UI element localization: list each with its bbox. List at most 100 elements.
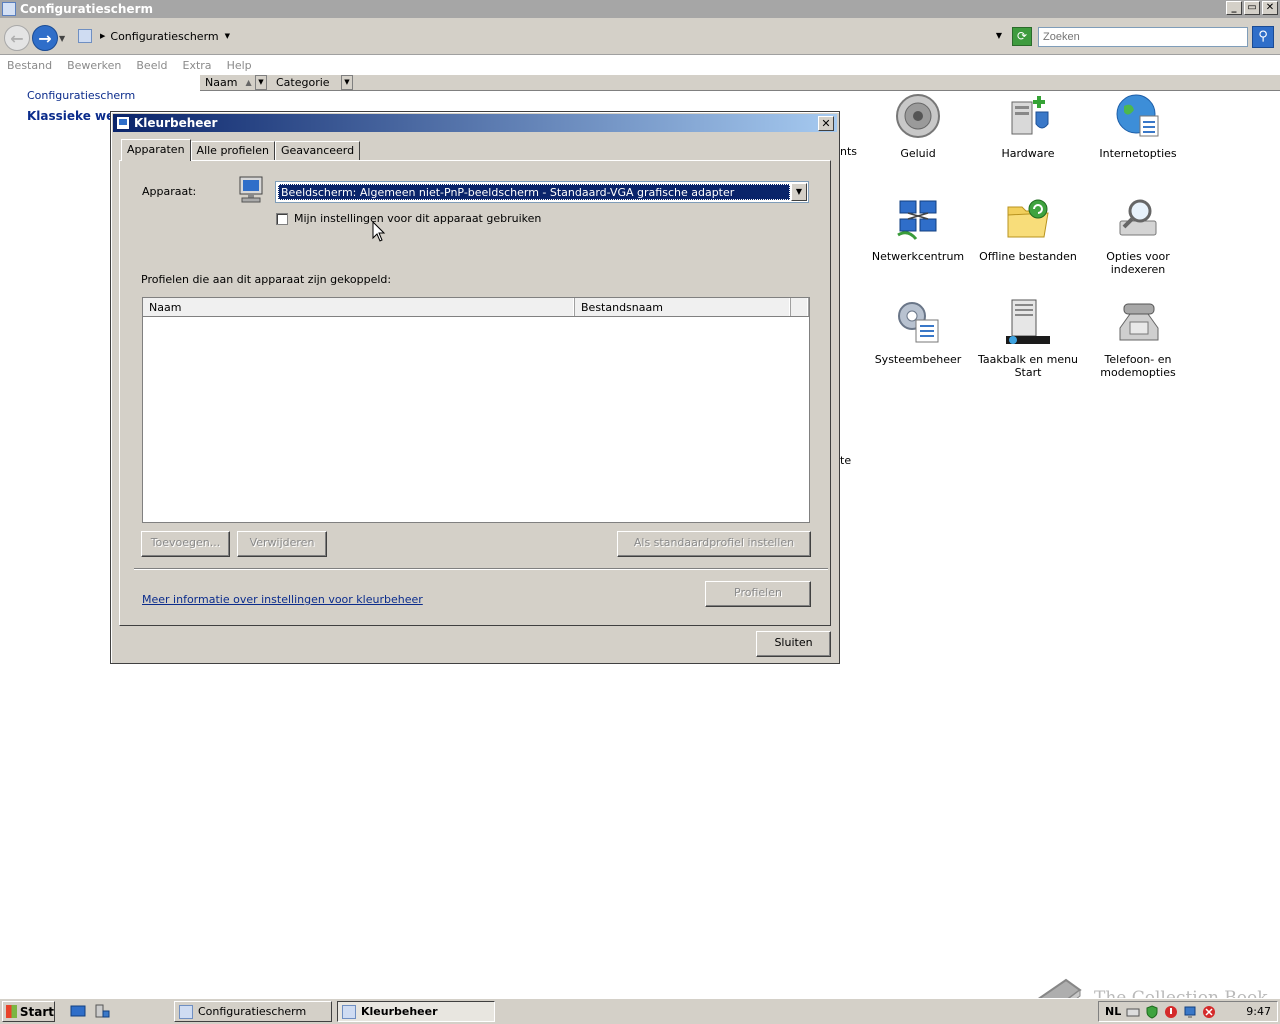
- item-label: Systeembeheer: [874, 353, 962, 366]
- column-name-dropdown[interactable]: ▼: [255, 75, 267, 90]
- menu-extra[interactable]: Extra: [183, 59, 212, 72]
- back-button[interactable]: ←: [4, 25, 30, 51]
- dialog-close-button[interactable]: ✕: [818, 116, 834, 131]
- mouse-cursor-icon: [372, 221, 386, 242]
- hardware-icon: [1011, 96, 1049, 135]
- forward-button[interactable]: →: [32, 25, 58, 51]
- alert-icon[interactable]: [1164, 1005, 1178, 1019]
- dialog-titlebar: Kleurbeheer ✕: [113, 114, 837, 132]
- minimize-button[interactable]: _: [1226, 1, 1242, 15]
- item-systeembeheer[interactable]: Systeembeheer: [863, 298, 973, 366]
- tab-geavanceerd[interactable]: Geavanceerd: [274, 141, 361, 160]
- column-header-category[interactable]: Categorie: [271, 76, 341, 89]
- item-telefoon-en-modemopties[interactable]: Telefoon- en modemopties: [1083, 298, 1193, 379]
- windows-logo-icon: [6, 1005, 17, 1018]
- close-button[interactable]: ✕: [1262, 1, 1278, 15]
- dialog-tabs: Apparaten Alle profielen Geavanceerd: [121, 139, 361, 161]
- close-dialog-button[interactable]: Sluiten: [756, 631, 831, 657]
- profiles-list-header: Naam Bestandsnaam: [143, 298, 809, 317]
- dialog-title: Kleurbeheer: [134, 116, 218, 130]
- item-opties-voor-indexeren[interactable]: Opties voor indexeren: [1083, 195, 1193, 276]
- index-icon: [1119, 199, 1157, 236]
- color-management-icon: [116, 116, 130, 130]
- menu-help[interactable]: Help: [227, 59, 252, 72]
- admin-tools-icon: [898, 302, 939, 343]
- search-button[interactable]: ⚲: [1252, 26, 1274, 48]
- sort-ascending-icon: ▲: [245, 78, 252, 87]
- taskbar: Start Configuratiescherm Kleurbeheer NL …: [0, 998, 1280, 1024]
- item-offline-bestanden[interactable]: Offline bestanden: [973, 195, 1083, 263]
- taskbar-item-kleurbeheer[interactable]: Kleurbeheer: [337, 1001, 495, 1022]
- address-box[interactable]: ▶ Configuratiescherm ▼ ▼: [76, 26, 1006, 46]
- refresh-button[interactable]: ⟳: [1012, 27, 1032, 46]
- device-select-value: Beeldscherm: Algemeen niet-PnP-beeldsche…: [278, 184, 790, 200]
- address-history-dropdown[interactable]: ▼: [996, 31, 1002, 40]
- set-default-profile-button[interactable]: Als standaardprofiel instellen: [617, 531, 811, 557]
- remove-button[interactable]: Verwijderen: [237, 531, 327, 557]
- server-manager-icon[interactable]: [94, 1003, 110, 1019]
- show-desktop-icon[interactable]: [70, 1003, 86, 1019]
- tab-apparaten[interactable]: Apparaten: [121, 139, 191, 161]
- item-label: Internetopties: [1099, 147, 1177, 160]
- profiles-list[interactable]: Naam Bestandsnaam: [142, 297, 810, 523]
- window-controls: _ ▭ ✕: [1226, 1, 1278, 15]
- taskbar-icon: [1006, 299, 1050, 344]
- item-netwerkcentrum[interactable]: Netwerkcentrum: [863, 195, 973, 263]
- speaker-icon: [896, 94, 940, 138]
- item-label: Hardware: [1001, 147, 1055, 160]
- item-label: Offline bestanden: [979, 250, 1077, 263]
- item-hardware[interactable]: Hardware: [973, 92, 1083, 160]
- list-column-filler: [791, 298, 809, 316]
- menu-bewerken[interactable]: Bewerken: [67, 59, 121, 72]
- color-management-icon: [342, 1004, 356, 1019]
- language-indicator[interactable]: NL: [1105, 1005, 1121, 1018]
- breadcrumb-configuratiescherm[interactable]: Configuratiescherm: [110, 30, 218, 43]
- partial-item-label: nts: [840, 145, 858, 158]
- profiles-button[interactable]: Profielen: [705, 581, 811, 607]
- control-panel-icon: [179, 1004, 193, 1019]
- item-label: Taakbalk en menu Start: [977, 353, 1079, 379]
- address-bar: ← → ▼ ▶ Configuratiescherm ▼ ▼ ⟳ ⚲: [0, 18, 1280, 55]
- more-info-link[interactable]: Meer informatie over instellingen voor k…: [142, 593, 423, 606]
- breadcrumb-dropdown-icon[interactable]: ▼: [225, 32, 230, 40]
- maximize-button[interactable]: ▭: [1244, 1, 1260, 15]
- device-dropdown-arrow-icon[interactable]: ▼: [791, 183, 807, 201]
- use-my-settings-label[interactable]: Mijn instellingen voor dit apparaat gebr…: [294, 212, 541, 225]
- folder-sync-icon: [1007, 199, 1049, 238]
- list-column-name[interactable]: Naam: [143, 298, 575, 316]
- color-management-dialog: Kleurbeheer ✕ Apparaten Alle profielen G…: [110, 111, 840, 664]
- system-tray: NL 9:47: [1098, 1001, 1278, 1022]
- clock[interactable]: 9:47: [1246, 1005, 1271, 1018]
- add-button[interactable]: Toevoegen...: [141, 531, 230, 557]
- partial-item-label: te: [840, 454, 852, 467]
- menu-beeld[interactable]: Beeld: [136, 59, 167, 72]
- taskbar-item-configuratiescherm[interactable]: Configuratiescherm: [174, 1001, 332, 1022]
- item-label: Telefoon- en modemopties: [1100, 353, 1176, 379]
- recent-pages-dropdown[interactable]: ▼: [59, 34, 65, 43]
- item-internetopties[interactable]: Internetopties: [1083, 92, 1193, 160]
- breadcrumb-separator-icon[interactable]: ▶: [100, 32, 105, 40]
- search-input[interactable]: [1038, 27, 1248, 47]
- start-button[interactable]: Start: [2, 1001, 55, 1022]
- network-status-icon[interactable]: [1183, 1005, 1197, 1019]
- item-label: Netwerkcentrum: [871, 250, 965, 263]
- tab-alle-profielen[interactable]: Alle profielen: [190, 141, 275, 160]
- column-header-name[interactable]: Naam ▲: [200, 76, 255, 89]
- list-column-filename[interactable]: Bestandsnaam: [575, 298, 791, 316]
- device-label: Apparaat:: [142, 185, 197, 198]
- keyboard-icon[interactable]: [1126, 1005, 1140, 1019]
- globe-icon: [1116, 94, 1159, 137]
- use-my-settings-checkbox[interactable]: [276, 212, 288, 225]
- volume-muted-icon[interactable]: [1202, 1005, 1216, 1019]
- use-my-settings-row: Mijn instellingen voor dit apparaat gebr…: [276, 212, 541, 225]
- item-geluid[interactable]: Geluid: [863, 92, 973, 160]
- window-title: Configuratiescherm: [20, 2, 153, 16]
- column-category-dropdown[interactable]: ▼: [341, 75, 353, 90]
- item-taakbalk-en-menu-start[interactable]: Taakbalk en menu Start: [973, 298, 1083, 379]
- device-select[interactable]: Beeldscherm: Algemeen niet-PnP-beeldsche…: [275, 181, 809, 203]
- menu-bestand[interactable]: Bestand: [7, 59, 52, 72]
- security-shield-icon[interactable]: [1145, 1004, 1159, 1019]
- item-label: Geluid: [900, 147, 936, 160]
- home-link[interactable]: Configuratiescherm: [27, 89, 135, 102]
- column-headers: Naam ▲ ▼ Categorie ▼: [200, 74, 1280, 91]
